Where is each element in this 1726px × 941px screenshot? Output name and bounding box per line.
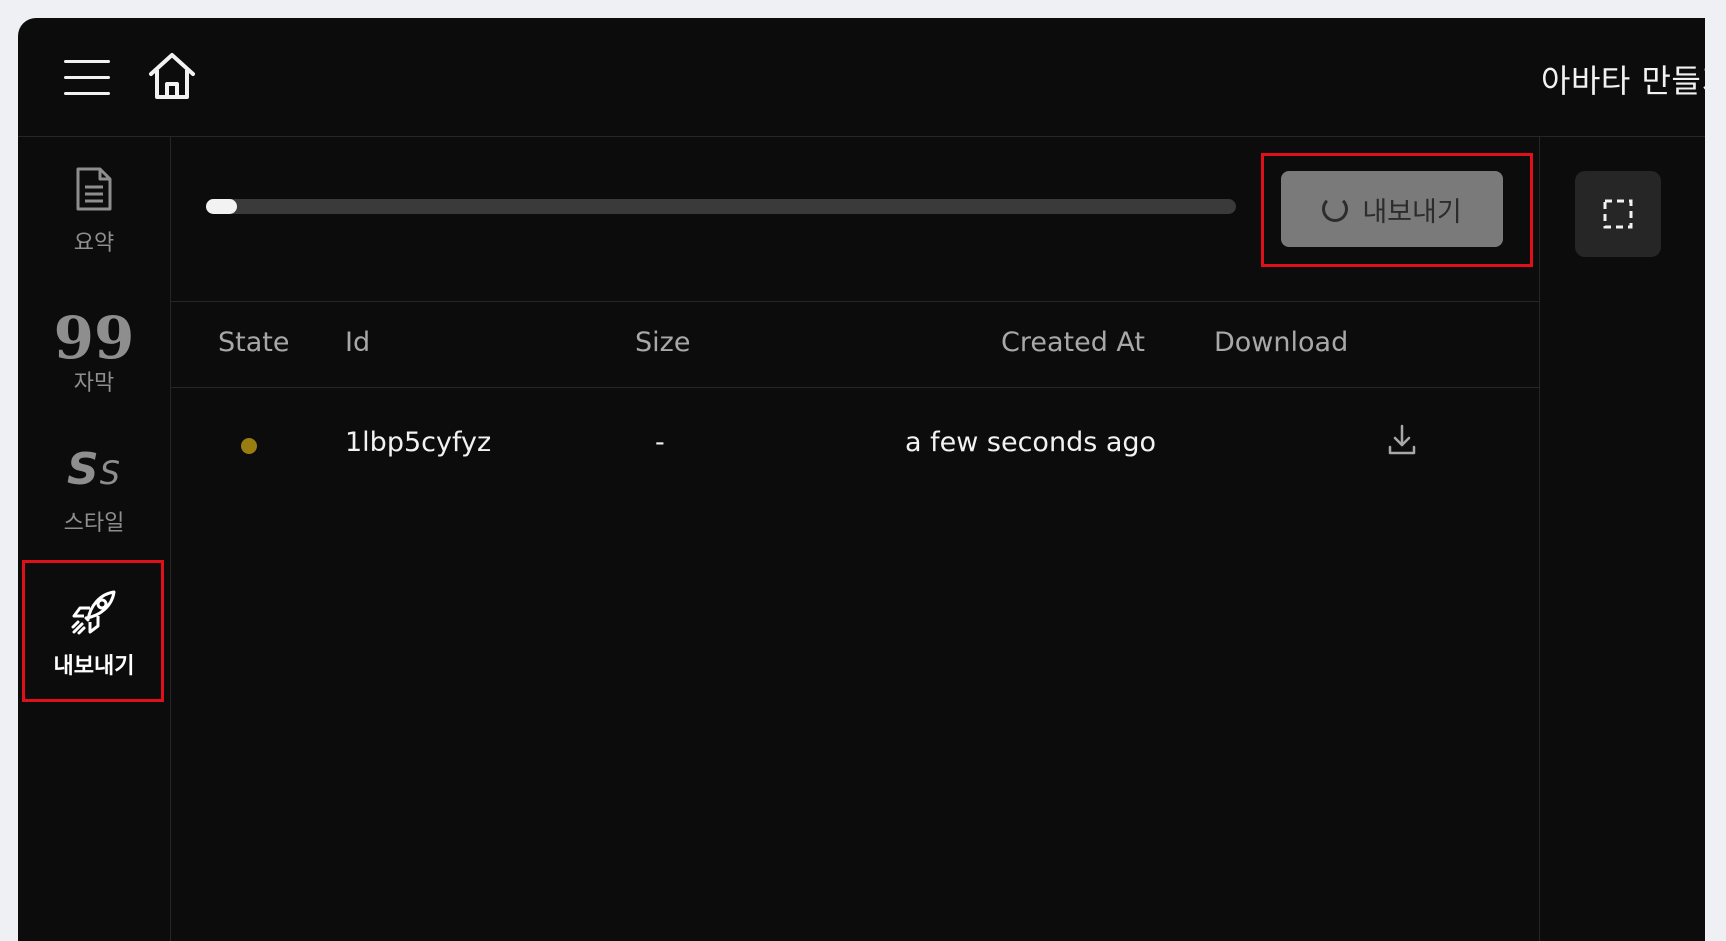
cell-id: 1lbp5cyfyz bbox=[345, 427, 492, 458]
frame-select-icon[interactable] bbox=[1575, 171, 1661, 257]
sidebar-item-label: 요약 bbox=[73, 231, 115, 256]
column-header-download[interactable]: Download bbox=[1214, 327, 1348, 358]
export-progress-bar bbox=[206, 199, 1236, 214]
sidebar-item-label: 내보내기 bbox=[53, 654, 135, 679]
sidebar: 요약 99 자막 SS 스타일 내보내기 bbox=[18, 137, 171, 941]
cell-created-at: a few seconds ago bbox=[905, 427, 1157, 458]
sidebar-item-style[interactable]: SS 스타일 bbox=[26, 419, 162, 559]
document-icon bbox=[74, 161, 114, 217]
download-icon[interactable] bbox=[1387, 423, 1417, 457]
app-title: 아바타 만들기 bbox=[1541, 62, 1705, 100]
top-bar: 아바타 만들기 bbox=[18, 18, 1705, 137]
divider bbox=[171, 301, 1539, 302]
sidebar-item-label: 스타일 bbox=[63, 511, 125, 536]
column-header-size[interactable]: Size bbox=[635, 327, 690, 358]
sidebar-item-subtitles[interactable]: 99 자막 bbox=[26, 279, 162, 419]
export-button-label: 내보내기 bbox=[1362, 196, 1462, 228]
column-header-created-at[interactable]: Created At bbox=[1001, 327, 1145, 358]
sidebar-item-export[interactable]: 내보내기 bbox=[22, 560, 164, 702]
export-button[interactable]: 내보내기 bbox=[1281, 171, 1503, 247]
column-header-id[interactable]: Id bbox=[345, 327, 370, 358]
style-icon: SS bbox=[66, 443, 121, 495]
home-icon[interactable] bbox=[146, 50, 198, 102]
column-header-state[interactable]: State bbox=[218, 327, 289, 358]
hamburger-menu-icon[interactable] bbox=[64, 58, 110, 98]
app-window: 아바타 만들기 요약 99 자막 SS bbox=[18, 18, 1705, 941]
state-indicator bbox=[241, 438, 257, 454]
sidebar-item-summary[interactable]: 요약 bbox=[26, 139, 162, 279]
cell-size: - bbox=[655, 427, 665, 458]
divider bbox=[171, 387, 1539, 388]
export-panel: 내보내기 State Id Size Created At Download 1… bbox=[171, 137, 1540, 941]
export-progress-fill bbox=[206, 199, 237, 214]
spinner-icon bbox=[1322, 196, 1349, 222]
quote-icon: 99 bbox=[53, 304, 135, 372]
rocket-icon bbox=[68, 584, 120, 640]
sidebar-item-label: 자막 bbox=[73, 371, 115, 396]
